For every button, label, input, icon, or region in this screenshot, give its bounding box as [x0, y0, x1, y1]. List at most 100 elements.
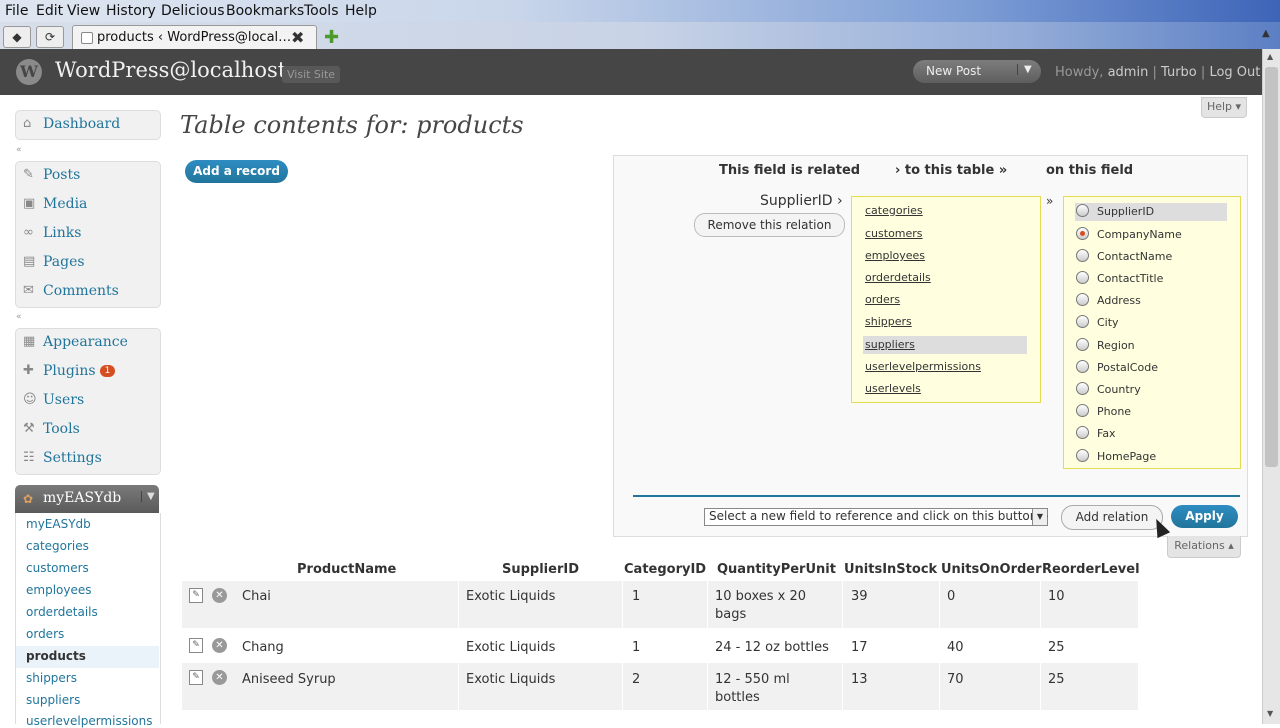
sidebar-item-comments[interactable]: ✉ Comments [16, 278, 160, 306]
radio-button[interactable] [1076, 404, 1089, 417]
table-option-customers[interactable]: customers [865, 227, 923, 240]
tab-list-icon[interactable]: ▲ [1262, 28, 1270, 39]
delete-icon[interactable]: ✕ [212, 638, 227, 653]
menu-collapse-icon[interactable]: « [16, 312, 22, 322]
sidebar-item-links[interactable]: ∞ Links [16, 220, 160, 248]
sidebar-item-dashboard[interactable]: ⌂ Dashboard [16, 111, 160, 139]
field-option-companyname[interactable]: CompanyName [1076, 227, 1182, 241]
delete-icon[interactable]: ✕ [212, 670, 227, 685]
sidebar-item-settings[interactable]: ☷ Settings [16, 445, 160, 473]
chevron-down-icon[interactable]: ▼ [1032, 509, 1047, 525]
tab-groups-icon[interactable]: ◆ [3, 26, 31, 48]
help-tab[interactable]: Help ▾ [1201, 97, 1247, 118]
sidebar-item-media[interactable]: ▣ Media [16, 191, 160, 219]
relations-toggle-tab[interactable]: Relations ▴ [1167, 536, 1241, 558]
sidebar-item-myeasydb[interactable]: ✿ myEASYdb ▼ [15, 485, 159, 513]
field-option-homepage[interactable]: HomePage [1076, 449, 1156, 463]
table-option-shippers[interactable]: shippers [865, 315, 912, 328]
new-post-label[interactable]: New Post [926, 64, 981, 78]
submenu-item-orders[interactable]: orders [26, 627, 64, 641]
submenu-item-customers[interactable]: customers [26, 561, 89, 575]
submenu-item-myeasydb[interactable]: myEASYdb [26, 517, 91, 531]
chevron-down-icon[interactable]: ▼ [1017, 64, 1032, 75]
field-option-address[interactable]: Address [1076, 293, 1141, 307]
add-record-button[interactable]: Add a record [185, 160, 288, 183]
radio-button[interactable] [1076, 293, 1089, 306]
field-option-postalcode[interactable]: PostalCode [1076, 360, 1158, 374]
column-header-unitsonorder[interactable]: UnitsOnOrder [941, 562, 1042, 577]
new-tab-icon[interactable]: ✚ [324, 27, 339, 48]
scrollbar-thumb[interactable] [1265, 67, 1278, 467]
remove-relation-button[interactable]: Remove this relation [694, 213, 845, 237]
edit-icon[interactable]: ✎ [189, 588, 203, 603]
submenu-item-employees[interactable]: employees [26, 583, 91, 597]
column-header-quantityperunit[interactable]: QuantityPerUnit [717, 562, 836, 577]
sidebar-item-pages[interactable]: ▤ Pages [16, 249, 160, 277]
column-header-supplierid[interactable]: SupplierID [502, 562, 579, 577]
page-scrollbar[interactable]: ▲ ▼ [1262, 49, 1280, 724]
field-option-supplierid[interactable]: SupplierID [1076, 204, 1154, 218]
table-option-userlevelpermissions[interactable]: userlevelpermissions [865, 360, 981, 373]
browser-tab[interactable]: products ‹ WordPress@local… ✖ [72, 25, 317, 50]
reload-icon[interactable]: ⟳ [36, 26, 64, 48]
radio-button[interactable] [1076, 271, 1089, 284]
table-option-userlevels[interactable]: userlevels [865, 382, 921, 395]
sidebar-item-users[interactable]: ☺ Users [16, 387, 160, 415]
scroll-up-icon[interactable]: ▲ [1267, 52, 1273, 61]
visit-site-button[interactable]: Visit Site [282, 66, 341, 83]
menu-collapse-icon[interactable]: « [16, 145, 22, 155]
field-option-region[interactable]: Region [1076, 338, 1135, 352]
scroll-down-icon[interactable]: ▼ [1267, 709, 1273, 718]
field-option-contacttitle[interactable]: ContactTitle [1076, 271, 1163, 285]
user-link[interactable]: admin [1108, 65, 1149, 80]
table-option-orders[interactable]: orders [865, 293, 900, 306]
logout-link[interactable]: Log Out [1209, 65, 1260, 80]
menu-edit[interactable]: Edit [36, 3, 63, 19]
radio-button[interactable] [1076, 426, 1089, 439]
menu-bookmarks[interactable]: Bookmarks [226, 3, 304, 19]
submenu-item-userlevelpermissions[interactable]: userlevelpermissions [26, 714, 153, 728]
new-post-dropdown[interactable]: New Post ▼ [913, 60, 1041, 83]
column-header-unitsinstock[interactable]: UnitsInStock [844, 562, 937, 577]
apply-button[interactable]: Apply [1171, 505, 1238, 528]
submenu-item-products[interactable]: products [26, 649, 86, 663]
edit-icon[interactable]: ✎ [189, 638, 203, 653]
radio-button[interactable] [1076, 382, 1089, 395]
menu-help[interactable]: Help [345, 3, 377, 19]
chevron-down-icon[interactable]: ▼ [141, 491, 155, 502]
close-tab-icon[interactable]: ✖ [291, 28, 304, 47]
field-option-country[interactable]: Country [1076, 382, 1141, 396]
site-title[interactable]: WordPress@localhost [55, 58, 286, 82]
submenu-item-shippers[interactable]: shippers [26, 671, 77, 685]
field-option-city[interactable]: City [1076, 315, 1119, 329]
new-field-select[interactable]: Select a new field to reference and clic… [704, 508, 1049, 526]
sidebar-item-posts[interactable]: ✎ Posts [16, 162, 160, 190]
column-header-productname[interactable]: ProductName [297, 562, 396, 577]
radio-button[interactable] [1076, 315, 1089, 328]
sidebar-item-tools[interactable]: ⚒ Tools [16, 416, 160, 444]
add-relation-button[interactable]: Add relation [1061, 505, 1163, 530]
menu-view[interactable]: View [67, 3, 100, 19]
submenu-item-categories[interactable]: categories [26, 539, 89, 553]
table-option-employees[interactable]: employees [865, 249, 925, 262]
column-header-categoryid[interactable]: CategoryID [624, 562, 706, 577]
menu-history[interactable]: History [106, 3, 156, 19]
field-option-contactname[interactable]: ContactName [1076, 249, 1172, 263]
sidebar-item-appearance[interactable]: ▦ Appearance [16, 329, 160, 357]
delete-icon[interactable]: ✕ [212, 588, 227, 603]
submenu-item-orderdetails[interactable]: orderdetails [26, 605, 98, 619]
table-option-orderdetails[interactable]: orderdetails [865, 271, 931, 284]
turbo-link[interactable]: Turbo [1161, 65, 1197, 80]
field-option-phone[interactable]: Phone [1076, 404, 1131, 418]
edit-icon[interactable]: ✎ [189, 670, 203, 685]
field-option-fax[interactable]: Fax [1076, 426, 1116, 440]
submenu-item-suppliers[interactable]: suppliers [26, 693, 80, 707]
radio-button[interactable] [1076, 338, 1089, 351]
radio-button[interactable] [1076, 249, 1089, 262]
table-option-suppliers[interactable]: suppliers [865, 338, 915, 351]
radio-button-selected[interactable] [1076, 227, 1089, 240]
column-header-reorderlevel[interactable]: ReorderLevel [1042, 562, 1140, 577]
radio-button[interactable] [1076, 204, 1089, 217]
sidebar-item-plugins[interactable]: ✚ Plugins 1 [16, 358, 160, 386]
radio-button[interactable] [1076, 360, 1089, 373]
